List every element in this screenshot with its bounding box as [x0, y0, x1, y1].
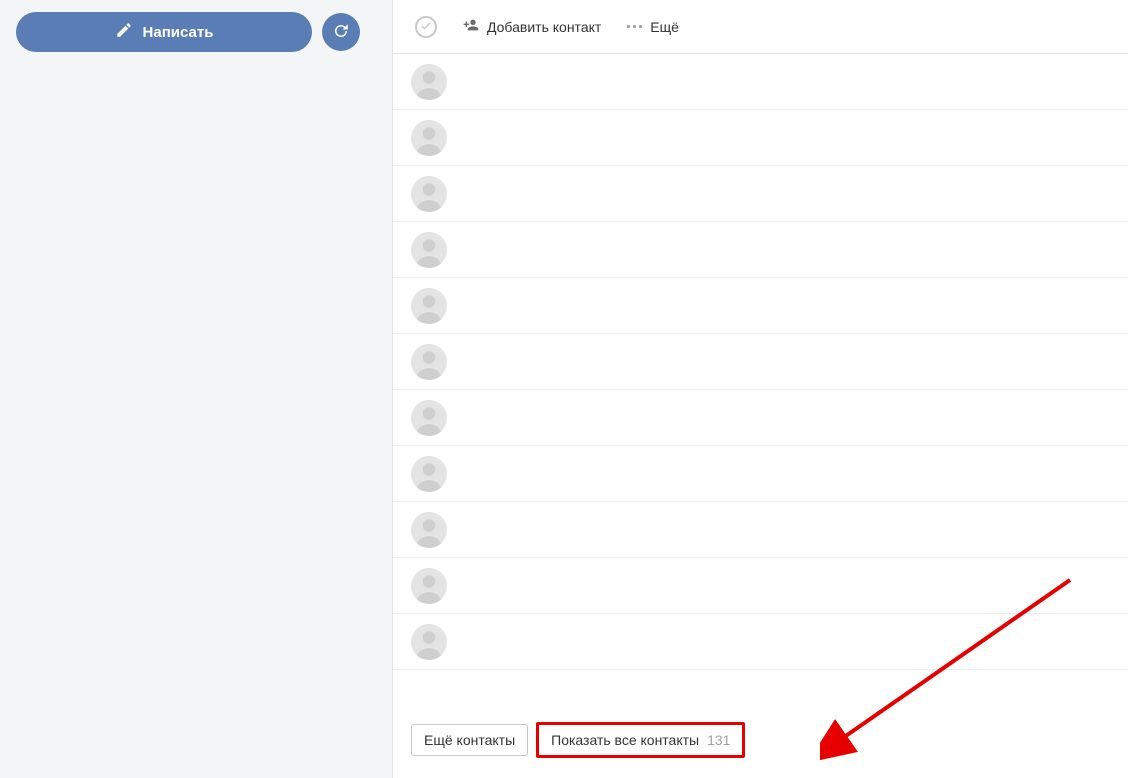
more-contacts-label: Ещё контакты — [424, 732, 515, 748]
refresh-button[interactable] — [322, 13, 360, 51]
avatar-placeholder — [411, 176, 447, 212]
refresh-icon — [332, 22, 350, 43]
compose-button[interactable]: Написать — [16, 12, 312, 52]
more-contacts-button[interactable]: Ещё контакты — [411, 724, 528, 756]
compose-icon — [115, 21, 133, 43]
show-all-count: 131 — [707, 732, 730, 748]
avatar-placeholder — [411, 288, 447, 324]
contact-row[interactable] — [393, 614, 1128, 670]
contact-row[interactable] — [393, 390, 1128, 446]
bottom-bar: Ещё контакты Показать все контакты 131 — [393, 708, 1128, 778]
sidebar: Написать — [0, 0, 393, 778]
sidebar-top: Написать — [0, 0, 392, 64]
check-icon — [420, 19, 432, 35]
avatar-placeholder — [411, 232, 447, 268]
show-all-label: Показать все контакты — [551, 732, 699, 748]
more-label: Ещё — [650, 19, 679, 35]
main-content: Добавить контакт Ещё Ещё контакты Показа… — [393, 0, 1128, 778]
select-all-checkbox[interactable] — [415, 16, 437, 38]
avatar-placeholder — [411, 624, 447, 660]
contact-row[interactable] — [393, 54, 1128, 110]
contacts-list[interactable] — [393, 54, 1128, 708]
contact-row[interactable] — [393, 446, 1128, 502]
toolbar: Добавить контакт Ещё — [393, 0, 1128, 54]
avatar-placeholder — [411, 120, 447, 156]
contact-row[interactable] — [393, 222, 1128, 278]
more-icon — [627, 25, 642, 28]
add-contact-icon — [463, 17, 479, 36]
add-contact-label: Добавить контакт — [487, 19, 601, 35]
avatar-placeholder — [411, 456, 447, 492]
avatar-placeholder — [411, 568, 447, 604]
contact-row[interactable] — [393, 334, 1128, 390]
contact-row[interactable] — [393, 558, 1128, 614]
avatar-placeholder — [411, 512, 447, 548]
contact-row[interactable] — [393, 166, 1128, 222]
avatar-placeholder — [411, 64, 447, 100]
avatar-placeholder — [411, 400, 447, 436]
avatar-placeholder — [411, 344, 447, 380]
compose-label: Написать — [143, 24, 214, 41]
add-contact-button[interactable]: Добавить контакт — [463, 17, 601, 36]
show-all-contacts-button[interactable]: Показать все контакты 131 — [536, 722, 745, 758]
contact-row[interactable] — [393, 110, 1128, 166]
more-menu-button[interactable]: Ещё — [627, 19, 679, 35]
contact-row[interactable] — [393, 502, 1128, 558]
contact-row[interactable] — [393, 278, 1128, 334]
